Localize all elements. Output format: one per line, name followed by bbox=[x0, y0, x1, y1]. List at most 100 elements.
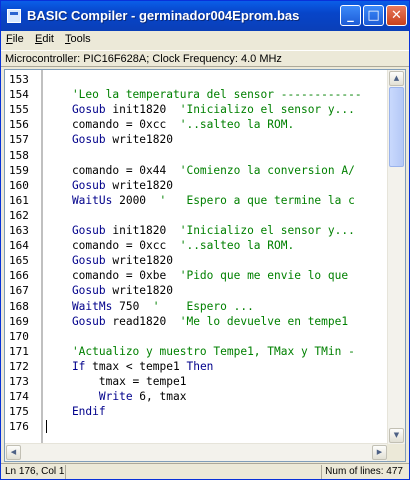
code-area[interactable]: 'Leo la temperatura del sensor ---------… bbox=[45, 70, 388, 444]
code-text: 750 bbox=[112, 299, 153, 313]
code-text: comando = 0xcc bbox=[45, 118, 180, 132]
code-comment: '..salteo la ROM. bbox=[179, 118, 295, 132]
vertical-scrollbar[interactable]: ▲ ▼ bbox=[387, 70, 405, 444]
code-text: tmax < tempe1 bbox=[85, 359, 187, 373]
code-comment: 'Inicializo el sensor y... bbox=[179, 224, 355, 237]
scrollbar-corner bbox=[387, 444, 405, 461]
scroll-left-icon[interactable]: ◀ bbox=[6, 445, 21, 460]
line-number: 159 bbox=[9, 163, 29, 177]
code-editor[interactable]: 153 154 155 156 157 158 159 160 161 162 163 164 165 1… bbox=[4, 69, 406, 462]
line-number: 174 bbox=[9, 390, 29, 404]
line-number: 173 bbox=[9, 375, 29, 388]
code-text: comando = 0xbe bbox=[45, 269, 180, 283]
code-line[interactable]: Gosub write1820 bbox=[45, 132, 173, 147]
title-bar[interactable]: BASIC Compiler - germinador004Eprom.bas … bbox=[1, 1, 409, 31]
code-line[interactable]: Endif bbox=[45, 404, 106, 419]
code-line[interactable]: WaitMs 750 ' Espero ... bbox=[45, 299, 254, 314]
code-comment: 'Leo la temperatura del sensor ---------… bbox=[45, 88, 362, 102]
code-text: tmax = tempe1 bbox=[45, 375, 187, 388]
code-keyword: If bbox=[45, 359, 86, 373]
code-keyword: Write bbox=[45, 390, 133, 404]
code-line[interactable]: Gosub write1820 bbox=[45, 178, 173, 193]
code-text: write1820 bbox=[105, 254, 173, 268]
code-text: comando = 0xcc bbox=[45, 239, 180, 253]
code-line[interactable]: comando = 0xcc '..salteo la ROM. bbox=[45, 117, 294, 132]
close-button[interactable]: ✕ bbox=[386, 5, 407, 26]
code-keyword: Gosub bbox=[45, 254, 106, 268]
code-keyword: Gosub bbox=[45, 284, 106, 298]
code-comment: ' Espero a que termine la c bbox=[159, 193, 355, 207]
status-divider bbox=[321, 465, 322, 479]
scroll-right-icon[interactable]: ▶ bbox=[372, 445, 387, 460]
line-number: 166 bbox=[9, 269, 29, 283]
code-keyword: WaitMs bbox=[45, 299, 113, 313]
line-number: 153 bbox=[9, 73, 29, 86]
line-number: 168 bbox=[9, 299, 29, 313]
code-line[interactable]: 'Leo la temperatura del sensor ---------… bbox=[45, 87, 362, 102]
line-number: 172 bbox=[9, 359, 29, 373]
line-number: 164 bbox=[9, 239, 29, 253]
code-line[interactable]: Gosub read1820 'Me lo devuelve en tempe1 bbox=[45, 314, 348, 329]
line-number: 176 bbox=[9, 420, 29, 434]
line-number: 161 bbox=[9, 193, 29, 207]
code-keyword: Then bbox=[186, 359, 214, 373]
code-comment: 'Actualizo y muestro Tempe1, TMax y TMin… bbox=[45, 344, 355, 358]
code-line[interactable]: WaitUs 2000 ' Espero a que termine la c bbox=[45, 193, 355, 208]
code-text: 6, tmax bbox=[132, 390, 187, 404]
code-text: comando = 0x44 bbox=[45, 163, 180, 177]
status-divider bbox=[65, 465, 66, 479]
text-cursor bbox=[46, 420, 47, 434]
line-number: 157 bbox=[9, 133, 29, 147]
menu-bar: File Edit Tools bbox=[1, 31, 409, 50]
code-comment: '..salteo la ROM. bbox=[179, 239, 295, 253]
code-comment: 'Pido que me envie lo que bbox=[179, 269, 349, 283]
maximize-button[interactable]: □ bbox=[363, 5, 384, 26]
app-icon bbox=[7, 9, 21, 23]
compiler-window: BASIC Compiler - germinador004Eprom.bas … bbox=[0, 0, 410, 480]
line-number: 158 bbox=[9, 148, 29, 162]
code-text: write1820 bbox=[105, 133, 173, 147]
code-keyword: Gosub bbox=[45, 224, 106, 237]
microcontroller-info: Microcontroller: PIC16F628A; Clock Frequ… bbox=[1, 50, 409, 67]
code-comment: 'Inicializo el sensor y... bbox=[179, 103, 355, 117]
code-keyword: Gosub bbox=[45, 314, 106, 328]
line-number: 162 bbox=[9, 208, 29, 222]
line-number: 170 bbox=[9, 329, 29, 343]
code-line[interactable]: Gosub init1820 'Inicializo el sensor y..… bbox=[45, 102, 355, 117]
code-text: init1820 bbox=[105, 224, 180, 237]
code-line[interactable]: If tmax < tempe1 Then bbox=[45, 359, 213, 374]
code-line[interactable]: Gosub write1820 bbox=[45, 283, 173, 298]
scroll-up-icon[interactable]: ▲ bbox=[389, 71, 404, 86]
vertical-scroll-thumb[interactable] bbox=[389, 87, 404, 167]
scroll-down-icon[interactable]: ▼ bbox=[389, 428, 404, 443]
line-number-gutter: 153 154 155 156 157 158 159 160 161 162 163 164 165 1… bbox=[5, 70, 43, 444]
menu-file[interactable]: File bbox=[6, 33, 24, 45]
code-line[interactable]: Gosub init1820 'Inicializo el sensor y..… bbox=[45, 223, 355, 238]
menu-edit[interactable]: Edit bbox=[35, 33, 54, 45]
line-number: 163 bbox=[9, 224, 29, 237]
code-keyword: Gosub bbox=[45, 103, 106, 117]
line-number: 154 bbox=[9, 88, 29, 102]
minimize-button[interactable]: _ bbox=[340, 5, 361, 26]
code-line[interactable]: Write 6, tmax bbox=[45, 389, 187, 404]
menu-tools[interactable]: Tools bbox=[65, 33, 91, 45]
code-line[interactable]: comando = 0xbe 'Pido que me envie lo que bbox=[45, 268, 348, 283]
code-line[interactable]: 'Actualizo y muestro Tempe1, TMax y TMin… bbox=[45, 344, 355, 359]
horizontal-scrollbar[interactable]: ◀ ▶ bbox=[5, 443, 388, 461]
line-number: 160 bbox=[9, 178, 29, 192]
code-keyword: Gosub bbox=[45, 133, 106, 147]
cursor-position: Ln 176, Col 1 bbox=[5, 466, 65, 477]
code-text: read1820 bbox=[105, 314, 180, 328]
line-number: 165 bbox=[9, 254, 29, 268]
line-number: 169 bbox=[9, 314, 29, 328]
code-text: 2000 bbox=[112, 193, 160, 207]
line-count: Num of lines: 477 bbox=[325, 466, 403, 477]
code-keyword: WaitUs bbox=[45, 193, 113, 207]
status-bar: Ln 176, Col 1 Num of lines: 477 bbox=[1, 463, 409, 480]
code-line[interactable]: comando = 0x44 'Comienzo la conversion A… bbox=[45, 163, 355, 178]
code-line[interactable]: comando = 0xcc '..salteo la ROM. bbox=[45, 238, 294, 253]
code-line[interactable]: Gosub write1820 bbox=[45, 253, 173, 268]
code-comment: ' Espero ... bbox=[152, 299, 254, 313]
code-text: write1820 bbox=[105, 284, 173, 298]
code-line[interactable]: tmax = tempe1 bbox=[45, 374, 187, 389]
